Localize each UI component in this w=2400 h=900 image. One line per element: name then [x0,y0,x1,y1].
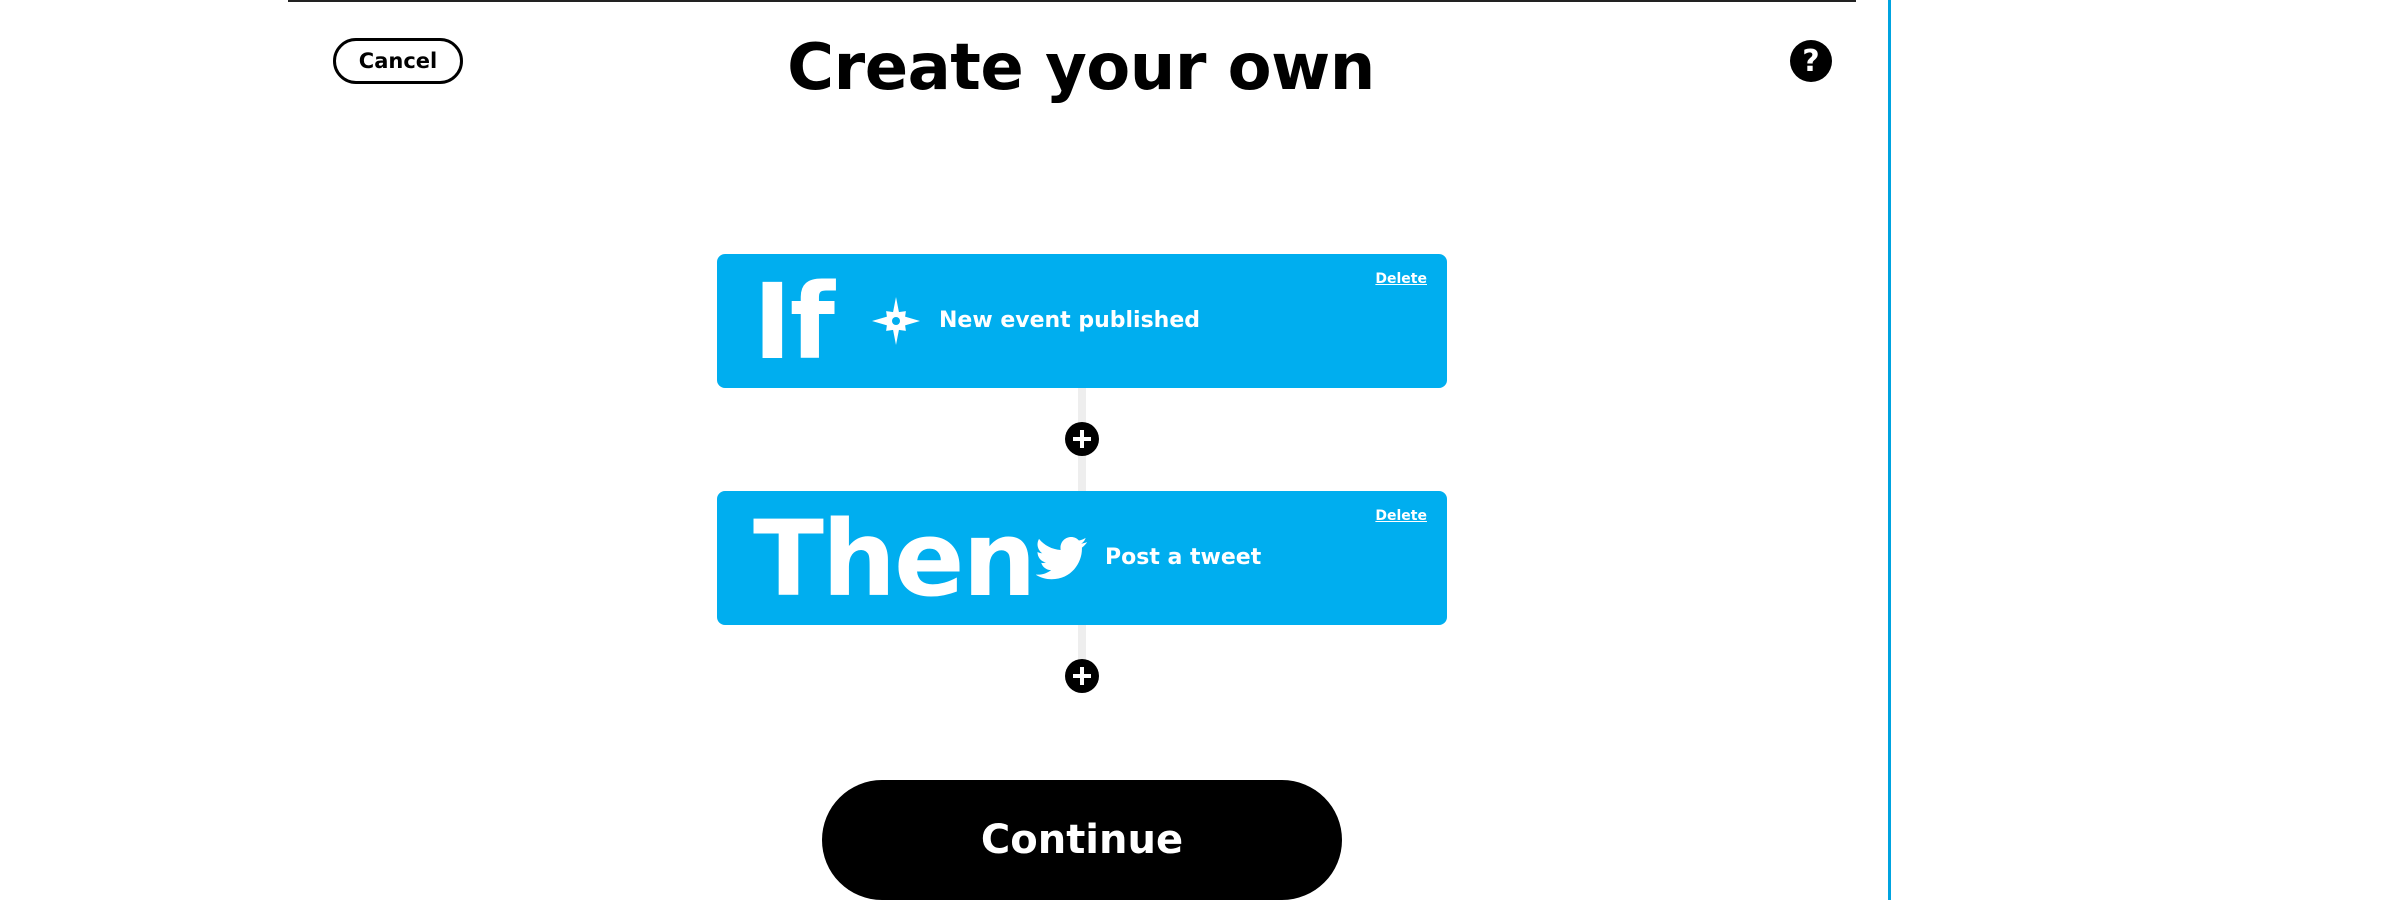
action-card[interactable]: Then Post a tweet Delete [717,491,1447,625]
plus-icon [1073,430,1091,448]
add-step-button[interactable] [1065,659,1099,693]
trigger-label: New event published [939,308,1201,333]
then-keyword: Then [753,498,1037,620]
frame-border [1888,0,1891,900]
twitter-bird-icon [1035,532,1088,584]
cancel-button[interactable]: Cancel [333,38,463,84]
help-icon[interactable]: ? [1790,40,1832,82]
page-title: Create your own [787,31,1375,105]
plus-icon [1073,667,1091,685]
action-label: Post a tweet [1105,545,1262,570]
header-divider [288,0,1856,2]
if-keyword: If [753,261,835,383]
delete-action-link[interactable]: Delete [1375,508,1427,524]
delete-trigger-link[interactable]: Delete [1375,271,1427,287]
continue-button[interactable]: Continue [822,780,1342,900]
trigger-card[interactable]: If New event published Delete [717,254,1447,388]
add-step-button[interactable] [1065,422,1099,456]
webhook-burst-icon [870,295,922,347]
applet-builder-page: Cancel Create your own ? If New event pu… [0,0,2400,900]
help-glyph: ? [1802,43,1820,79]
